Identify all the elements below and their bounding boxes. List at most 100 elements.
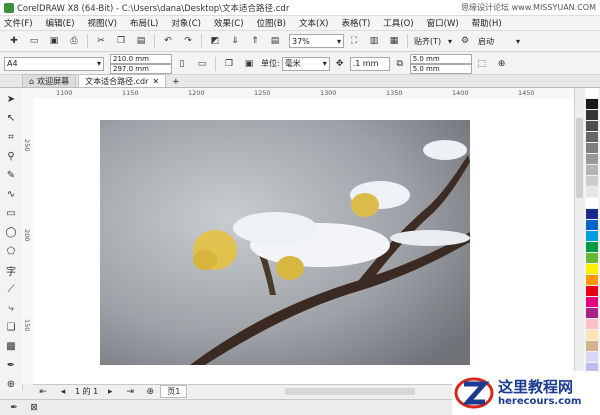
parallel-dimension-icon[interactable]: ⟋ bbox=[2, 281, 20, 297]
tab-welcome[interactable]: ⌂ 欢迎屏幕 bbox=[22, 74, 77, 87]
page-tab[interactable]: 页1 bbox=[160, 385, 188, 398]
menu-text[interactable]: 文本(X) bbox=[295, 17, 332, 29]
palette-swatch[interactable] bbox=[586, 165, 598, 176]
no-fill-icon[interactable]: ⊠ bbox=[27, 401, 41, 415]
menu-help[interactable]: 帮助(H) bbox=[468, 17, 506, 29]
palette-swatch[interactable] bbox=[586, 286, 598, 297]
palette-swatch[interactable] bbox=[586, 330, 598, 341]
menu-view[interactable]: 视图(V) bbox=[84, 17, 121, 29]
gear-icon[interactable]: ⚙ bbox=[458, 34, 472, 48]
crop-tool-icon[interactable]: ⌗ bbox=[2, 129, 20, 145]
palette-swatch[interactable] bbox=[586, 352, 598, 363]
palette-swatch[interactable] bbox=[586, 99, 598, 110]
menu-object[interactable]: 对象(C) bbox=[167, 17, 205, 29]
snowy-branch-photo[interactable] bbox=[100, 120, 470, 365]
landscape-icon[interactable]: ▭ bbox=[195, 57, 209, 71]
duplicate-y-field[interactable]: 5.0 mm bbox=[409, 63, 472, 74]
palette-swatch[interactable] bbox=[586, 176, 598, 187]
grid-icon[interactable]: ▦ bbox=[387, 34, 401, 48]
palette-swatch[interactable] bbox=[586, 209, 598, 220]
palette-swatch[interactable] bbox=[586, 319, 598, 330]
menu-edit[interactable]: 编辑(E) bbox=[42, 17, 79, 29]
palette-swatch[interactable] bbox=[586, 231, 598, 242]
pick-tool-icon[interactable]: ➤ bbox=[2, 91, 20, 107]
ellipse-tool-icon[interactable]: ◯ bbox=[2, 224, 20, 240]
close-icon[interactable]: ✕ bbox=[152, 77, 159, 86]
last-page-icon[interactable]: ⇥ bbox=[123, 385, 137, 399]
cut-icon[interactable]: ✂ bbox=[94, 34, 108, 48]
palette-swatch[interactable] bbox=[586, 121, 598, 132]
unit-select[interactable]: 毫米 ▾ bbox=[281, 56, 330, 71]
palette-swatch[interactable] bbox=[586, 297, 598, 308]
scroll-thumb[interactable] bbox=[576, 118, 583, 198]
menu-effects[interactable]: 效果(C) bbox=[210, 17, 248, 29]
zoom-level-field[interactable]: 37% ▾ bbox=[289, 34, 344, 48]
page-width-field[interactable]: 210.0 mm bbox=[110, 53, 172, 64]
snap-to-dropdown[interactable]: 贴齐(T) ▾ bbox=[411, 34, 455, 48]
redo-icon[interactable]: ↷ bbox=[181, 34, 195, 48]
save-icon[interactable]: ▣ bbox=[47, 34, 61, 48]
palette-swatch[interactable] bbox=[586, 154, 598, 165]
palette-swatch[interactable] bbox=[586, 132, 598, 143]
pdf-icon[interactable]: ▤ bbox=[268, 34, 282, 48]
palette-swatch[interactable] bbox=[586, 220, 598, 231]
rulers-icon[interactable]: ▥ bbox=[367, 34, 381, 48]
palette-swatch[interactable] bbox=[586, 242, 598, 253]
palette-swatch[interactable] bbox=[586, 198, 598, 209]
rectangle-tool-icon[interactable]: ▭ bbox=[2, 205, 20, 221]
next-page-icon[interactable]: ▸ bbox=[103, 385, 117, 399]
page-size-select[interactable]: A4 ▾ bbox=[4, 56, 104, 71]
artistic-media-icon[interactable]: ∿ bbox=[2, 186, 20, 202]
menu-file[interactable]: 文件(F) bbox=[0, 17, 37, 29]
text-tool-icon[interactable]: 字 bbox=[2, 262, 20, 278]
palette-swatch[interactable] bbox=[586, 88, 598, 99]
eyedropper-icon[interactable]: ✒ bbox=[2, 357, 20, 373]
import-icon[interactable]: ⇓ bbox=[228, 34, 242, 48]
print-icon[interactable]: ⎙ bbox=[67, 34, 81, 48]
palette-swatch[interactable] bbox=[586, 341, 598, 352]
zoom-tool-icon[interactable]: ⚲ bbox=[2, 148, 20, 164]
copy-icon[interactable]: ❐ bbox=[114, 34, 128, 48]
eyedropper-icon[interactable]: ✒ bbox=[7, 401, 21, 415]
nudge-distance-field[interactable]: .1 mm bbox=[349, 56, 390, 71]
add-page-icon[interactable]: ⊕ bbox=[143, 385, 157, 399]
duplicate-x-field[interactable]: 5.0 mm bbox=[409, 53, 472, 64]
menu-tools[interactable]: 工具(O) bbox=[379, 17, 417, 29]
bleed-icon[interactable]: ⬚ bbox=[475, 57, 489, 71]
search-content-icon[interactable]: ◩ bbox=[208, 34, 222, 48]
undo-icon[interactable]: ↶ bbox=[161, 34, 175, 48]
menu-window[interactable]: 窗口(W) bbox=[423, 17, 463, 29]
new-document-icon[interactable]: ✚ bbox=[7, 34, 21, 48]
palette-swatch[interactable] bbox=[586, 143, 598, 154]
add-tab-icon[interactable]: + bbox=[172, 77, 180, 87]
horizontal-scrollbar[interactable] bbox=[285, 388, 415, 395]
palette-swatch[interactable] bbox=[586, 253, 598, 264]
export-icon[interactable]: ⇑ bbox=[248, 34, 262, 48]
all-pages-icon[interactable]: ❐ bbox=[222, 57, 236, 71]
first-page-icon[interactable]: ⇤ bbox=[36, 385, 50, 399]
menu-table[interactable]: 表格(T) bbox=[337, 17, 374, 29]
open-folder-icon[interactable]: ▭ bbox=[27, 34, 41, 48]
polygon-tool-icon[interactable]: ⬠ bbox=[2, 243, 20, 259]
menu-bitmaps[interactable]: 位图(B) bbox=[253, 17, 290, 29]
drop-shadow-icon[interactable]: ❏ bbox=[2, 319, 20, 335]
current-page-icon[interactable]: ▣ bbox=[242, 57, 256, 71]
tab-document[interactable]: 文本适合路径.cdr ✕ bbox=[78, 74, 167, 87]
add-tool-icon[interactable]: ⊕ bbox=[2, 376, 20, 392]
full-screen-icon[interactable]: ⛶ bbox=[347, 34, 361, 48]
palette-swatch[interactable] bbox=[586, 187, 598, 198]
shape-tool-icon[interactable]: ↖ bbox=[2, 110, 20, 126]
portrait-icon[interactable]: ▯ bbox=[175, 57, 189, 71]
add-page-icon[interactable]: ⊕ bbox=[495, 57, 509, 71]
launch-dropdown[interactable]: 启动 ▾ bbox=[475, 34, 523, 48]
drawing-canvas[interactable] bbox=[33, 99, 574, 384]
menu-layout[interactable]: 布局(L) bbox=[126, 17, 162, 29]
paste-icon[interactable]: ▤ bbox=[134, 34, 148, 48]
transparency-tool-icon[interactable]: ▩ bbox=[2, 338, 20, 354]
freehand-tool-icon[interactable]: ✎ bbox=[2, 167, 20, 183]
palette-swatch[interactable] bbox=[586, 275, 598, 286]
palette-swatch[interactable] bbox=[586, 110, 598, 121]
palette-swatch[interactable] bbox=[586, 308, 598, 319]
prev-page-icon[interactable]: ◂ bbox=[56, 385, 70, 399]
palette-swatch[interactable] bbox=[586, 264, 598, 275]
